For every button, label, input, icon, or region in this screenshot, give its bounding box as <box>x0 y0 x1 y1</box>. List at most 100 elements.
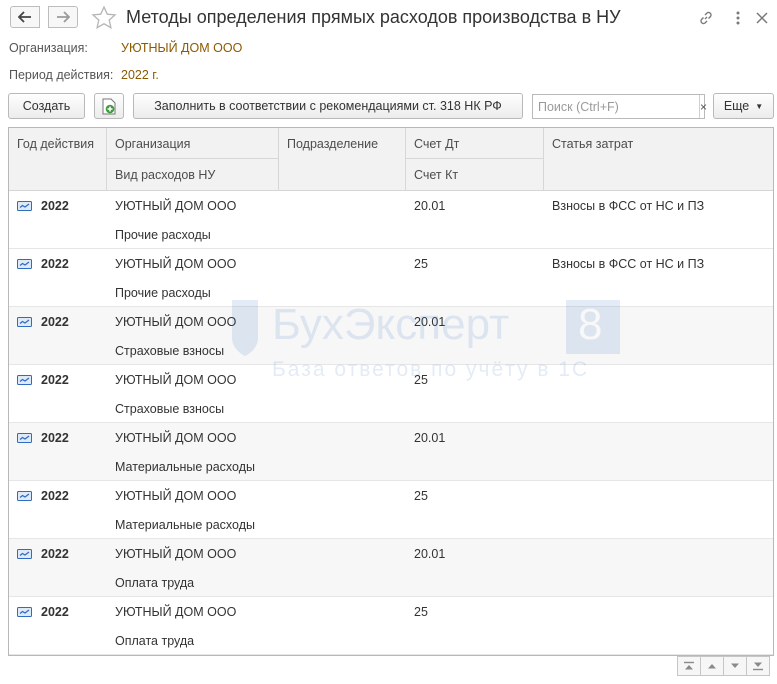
arrow-right-icon <box>57 11 70 23</box>
record-icon <box>17 317 32 327</box>
cell-organization: УЮТНЫЙ ДОМ ООО <box>115 199 237 213</box>
cell-expense-type: Страховые взносы <box>115 402 225 416</box>
header-credit[interactable]: Счет Кт <box>406 159 458 182</box>
record-icon <box>17 201 32 211</box>
organization-label: Организация: <box>9 41 88 55</box>
cell-year: 2022 <box>41 489 69 503</box>
title-bar: Методы определения прямых расходов произ… <box>0 0 777 36</box>
cell-cost-item: Взносы в ФСС от НС и ПЗ <box>552 199 705 213</box>
close-button[interactable] <box>752 8 772 28</box>
back-button[interactable] <box>10 6 40 28</box>
add-copy-button[interactable] <box>94 93 124 119</box>
data-grid: Год действия Организация Вид расходов НУ… <box>8 127 774 656</box>
cell-year: 2022 <box>41 315 69 329</box>
cell-debit: 20.01 <box>414 431 446 445</box>
record-icon <box>17 607 32 617</box>
header-divider <box>543 128 544 191</box>
cell-organization: УЮТНЫЙ ДОМ ООО <box>115 257 237 271</box>
period-value[interactable]: 2022 г. <box>121 68 159 82</box>
cell-debit: 25 <box>414 373 428 387</box>
close-icon <box>756 12 768 24</box>
cell-expense-type: Материальные расходы <box>115 518 255 532</box>
search-box: × <box>532 94 707 119</box>
scroll-down-button[interactable] <box>723 656 747 676</box>
grid-header: Год действия Организация Вид расходов НУ… <box>9 128 773 191</box>
link-button[interactable] <box>696 8 716 28</box>
cell-expense-type: Оплата труда <box>115 576 195 590</box>
table-row[interactable]: 2022 УЮТНЫЙ ДОМ ООО Страховые взносы 25 <box>9 365 773 423</box>
header-expense-type[interactable]: Вид расходов НУ <box>107 159 215 182</box>
cell-debit: 20.01 <box>414 547 446 561</box>
more-label: Еще <box>723 99 750 113</box>
table-row[interactable]: 2022 УЮТНЫЙ ДОМ ООО Оплата труда 25 <box>9 597 773 655</box>
more-button[interactable]: Еще ▼ <box>713 93 774 119</box>
cell-organization: УЮТНЫЙ ДОМ ООО <box>115 489 237 503</box>
cell-expense-type: Оплата труда <box>115 634 195 648</box>
header-divider <box>406 158 543 159</box>
header-debit[interactable]: Счет Дт <box>406 128 459 151</box>
toolbar: Создать Заполнить в соответствии с реком… <box>0 93 777 121</box>
organization-field: Организация: УЮТНЫЙ ДОМ ООО <box>9 41 242 55</box>
table-row[interactable]: 2022 УЮТНЫЙ ДОМ ООО Прочие расходы 20.01 Взн… <box>9 191 773 249</box>
scroll-top-icon <box>684 661 694 670</box>
period-label: Период действия: <box>9 68 114 82</box>
create-button[interactable]: Создать <box>8 93 85 119</box>
more-menu-button[interactable] <box>728 8 748 28</box>
page-title: Методы определения прямых расходов произ… <box>126 7 621 27</box>
cell-year: 2022 <box>41 373 69 387</box>
cell-expense-type: Прочие расходы <box>115 228 211 242</box>
record-icon <box>17 549 32 559</box>
cell-debit: 25 <box>414 605 428 619</box>
scroll-up-button[interactable] <box>700 656 724 676</box>
cell-organization: УЮТНЫЙ ДОМ ООО <box>115 315 237 329</box>
scroll-top-button[interactable] <box>677 656 701 676</box>
dropdown-arrow-icon: ▼ <box>755 101 764 111</box>
table-row[interactable]: 2022 УЮТНЫЙ ДОМ ООО Материальные расходы 20… <box>9 423 773 481</box>
organization-value[interactable]: УЮТНЫЙ ДОМ ООО <box>121 41 242 55</box>
record-icon <box>17 433 32 443</box>
cell-expense-type: Прочие расходы <box>115 286 211 300</box>
header-year[interactable]: Год действия <box>9 128 94 151</box>
search-clear-button[interactable]: × <box>699 95 707 118</box>
scroll-bottom-icon <box>753 662 763 671</box>
table-row[interactable]: 2022 УЮТНЫЙ ДОМ ООО Прочие расходы 25 Взносы… <box>9 249 773 307</box>
cell-organization: УЮТНЫЙ ДОМ ООО <box>115 605 237 619</box>
header-organization[interactable]: Организация <box>107 128 190 151</box>
record-icon <box>17 375 32 385</box>
cell-debit: 20.01 <box>414 199 446 213</box>
header-divider <box>107 158 278 159</box>
scroll-buttons <box>677 656 770 676</box>
link-icon <box>700 11 712 25</box>
period-field: Период действия: 2022 г. <box>9 68 159 82</box>
table-row[interactable]: 2022 УЮТНЫЙ ДОМ ООО Оплата труда 20.01 <box>9 539 773 597</box>
cell-year: 2022 <box>41 257 69 271</box>
cell-organization: УЮТНЫЙ ДОМ ООО <box>115 547 237 561</box>
more-vertical-icon <box>736 11 740 25</box>
cell-expense-type: Страховые взносы <box>115 344 225 358</box>
cell-year: 2022 <box>41 199 69 213</box>
scroll-bottom-button[interactable] <box>746 656 770 676</box>
star-icon <box>91 5 117 29</box>
search-input[interactable] <box>533 95 699 118</box>
header-divider <box>278 128 279 191</box>
table-row[interactable]: 2022 УЮТНЫЙ ДОМ ООО Страховые взносы 20.01 <box>9 307 773 365</box>
cell-year: 2022 <box>41 547 69 561</box>
header-cost-item[interactable]: Статья затрат <box>544 128 633 151</box>
arrow-left-icon <box>18 11 31 23</box>
cell-debit: 25 <box>414 489 428 503</box>
record-icon <box>17 491 32 501</box>
record-icon <box>17 259 32 269</box>
cell-debit: 20.01 <box>414 315 446 329</box>
scroll-down-icon <box>731 663 739 668</box>
fill-by-recommendations-button[interactable]: Заполнить в соответствии с рекомендациям… <box>133 93 523 119</box>
cell-organization: УЮТНЫЙ ДОМ ООО <box>115 431 237 445</box>
cell-debit: 25 <box>414 257 428 271</box>
cell-expense-type: Материальные расходы <box>115 460 255 474</box>
header-department[interactable]: Подразделение <box>279 128 378 151</box>
add-document-icon <box>102 98 116 114</box>
forward-button[interactable] <box>48 6 78 28</box>
favorite-button[interactable] <box>91 5 117 31</box>
cell-year: 2022 <box>41 605 69 619</box>
table-row[interactable]: 2022 УЮТНЫЙ ДОМ ООО Материальные расходы 25 <box>9 481 773 539</box>
cell-year: 2022 <box>41 431 69 445</box>
